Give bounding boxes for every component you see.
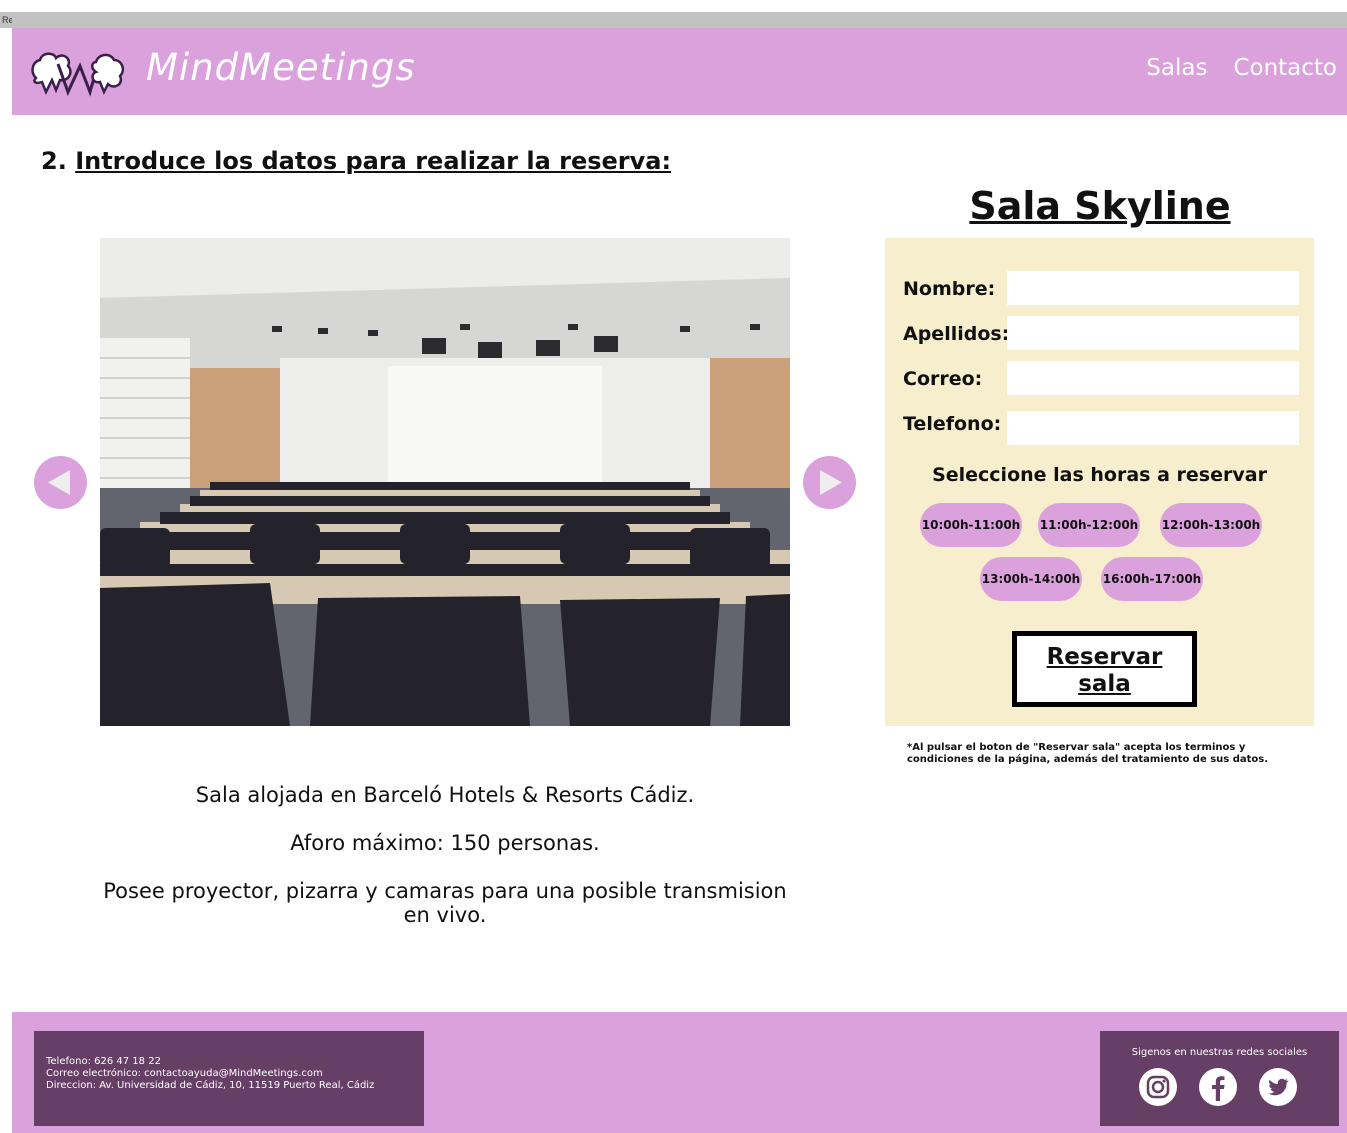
phone-field[interactable] (1007, 411, 1299, 445)
email-label: Correo: (903, 368, 983, 390)
room-equipment: Posee proyector, pizarra y camaras para … (103, 879, 787, 927)
instagram-icon[interactable] (1138, 1067, 1178, 1107)
reserve-room-button[interactable]: Reservar sala (1012, 631, 1197, 707)
twitter-icon[interactable] (1258, 1067, 1298, 1107)
terms-disclaimer: *Al pulsar el boton de "Reservar sala" a… (907, 742, 1269, 765)
facebook-icon[interactable] (1198, 1067, 1238, 1107)
surname-label: Apellidos: (903, 323, 1010, 345)
hour-slot-12-13[interactable]: 12:00h-13:00h (1160, 503, 1262, 547)
reserve-button-line2: sala (1078, 671, 1131, 697)
arrow-left-icon (48, 470, 70, 495)
hour-slot-16-17[interactable]: 16:00h-17:00h (1101, 557, 1203, 601)
step-number: 2. (41, 147, 67, 175)
social-title: Sigenos en nuestras redes sociales (1131, 1047, 1308, 1058)
page-title: 2. Introduce los datos para realizar la … (41, 147, 671, 175)
window-titlebar (12, 12, 1347, 28)
room-photo (100, 238, 790, 726)
arrow-right-icon (820, 470, 842, 495)
nav-link-salas[interactable]: Salas (1146, 55, 1207, 81)
contact-address: Direccion: Av. Universidad de Cádiz, 10,… (46, 1080, 375, 1091)
hour-slot-11-12[interactable]: 11:00h-12:00h (1038, 503, 1140, 547)
room-capacity: Aforo máximo: 150 personas. (290, 831, 600, 855)
brand-name[interactable]: MindMeetings (146, 46, 416, 89)
reservation-form: Nombre: Apellidos: Correo: Telefono: Sel… (885, 238, 1314, 726)
site-header: MindMeetings Salas Contacto (12, 28, 1347, 115)
contact-phone: Telefono: 626 47 18 22 (46, 1056, 161, 1067)
social-links: Sigenos en nuestras redes sociales (1100, 1031, 1339, 1126)
reserve-button-line1: Reservar (1046, 644, 1163, 670)
main-nav: Salas Contacto (1146, 55, 1337, 81)
gallery-next-button[interactable] (803, 456, 856, 509)
phone-label: Telefono: (903, 413, 1002, 435)
name-label: Nombre: (903, 278, 996, 300)
email-field[interactable] (1007, 361, 1299, 395)
hour-slot-10-11[interactable]: 10:00h-11:00h (920, 503, 1022, 547)
gallery-prev-button[interactable] (34, 456, 87, 509)
site-footer: Telefono: 626 47 18 22 Correo electrónic… (12, 1012, 1347, 1133)
hour-slot-13-14[interactable]: 13:00h-14:00h (980, 557, 1082, 601)
social-icons-row (1138, 1067, 1298, 1107)
room-location: Sala alojada en Barceló Hotels & Resorts… (195, 783, 695, 807)
contact-info: Telefono: 626 47 18 22 Correo electrónic… (34, 1031, 424, 1126)
hours-title: Seleccione las horas a reservar (932, 464, 1267, 486)
step-title-text: Introduce los datos para realizar la res… (75, 147, 672, 175)
room-name: Sala Skyline (969, 184, 1231, 228)
name-field[interactable] (1007, 271, 1299, 305)
brain-logo-icon[interactable] (28, 44, 128, 100)
surname-field[interactable] (1007, 316, 1299, 350)
nav-link-contacto[interactable]: Contacto (1233, 55, 1337, 81)
contact-email[interactable]: Correo electrónico: contactoayuda@MindMe… (46, 1068, 412, 1080)
